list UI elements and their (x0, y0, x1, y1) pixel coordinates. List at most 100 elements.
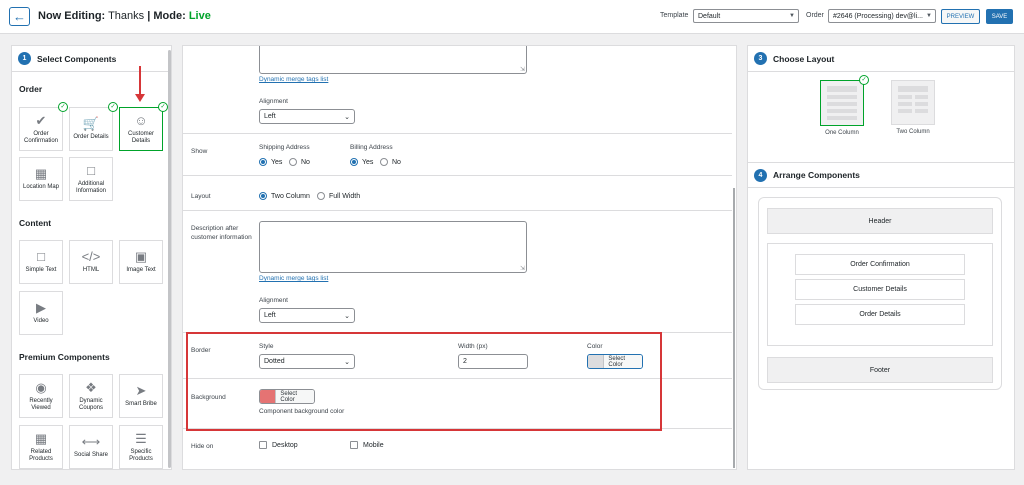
template-name: Thanks (108, 10, 145, 22)
annotation-arrow-head (135, 94, 145, 102)
arranged-order-confirmation[interactable]: Order Confirmation (795, 254, 965, 275)
template-label: Template (660, 12, 689, 19)
arrange-components-header: 4 Arrange Components (748, 162, 1014, 188)
select-components-title: Select Components (37, 53, 117, 64)
checkmark-icon: ✓ (158, 102, 168, 112)
component-location-map[interactable]: ▦ Location Map (19, 157, 63, 201)
list-icon: ☰ (135, 430, 147, 446)
divider (183, 210, 732, 211)
layout-name: One Column (825, 130, 859, 136)
coupon-icon: ❖ (85, 379, 97, 395)
billing-no-radio[interactable]: No (380, 158, 401, 166)
alignment-value: Left (264, 113, 276, 120)
thumb-bar (914, 109, 928, 113)
mode-label: Mode: (153, 10, 186, 22)
component-order-details[interactable]: 🛒 Order Details ✓ (69, 102, 118, 151)
component-related-products[interactable]: ▦ Related Products (19, 425, 63, 469)
resize-handle-icon[interactable]: ⇲ (520, 66, 525, 73)
component-customer-details[interactable]: ☺ Customer Details ✓ (119, 102, 168, 151)
share-icon: ⟷ (81, 434, 101, 449)
component-label: Additional Information (75, 180, 106, 194)
customer-details-textarea[interactable]: ⇲ (259, 46, 527, 74)
component-label: Order Confirmation (23, 130, 58, 144)
order-select[interactable]: #2646 (Processing) dev@li... ▼ (828, 9, 936, 23)
component-label: Specific Products (129, 448, 153, 462)
step-number: 4 (754, 168, 767, 182)
thumb-bar (827, 102, 857, 106)
thumb-col (914, 95, 928, 113)
back-button[interactable]: ← (9, 7, 30, 26)
show-label: Show (191, 148, 208, 155)
component-additional-information[interactable]: □ Additional Information (69, 157, 113, 201)
code-icon: </> (81, 249, 101, 264)
thumb-bar (898, 109, 912, 113)
component-label: Related Products (29, 448, 53, 462)
component-recently-viewed[interactable]: ◉ Recently Viewed (19, 374, 63, 418)
checkbox-box (350, 441, 358, 449)
cart-icon: 🛒 (82, 116, 100, 131)
layout-one-column[interactable]: ✓ One Column (820, 75, 869, 136)
shipping-address-label: Shipping Address (259, 144, 310, 151)
arranged-order-details[interactable]: Order Details (795, 304, 965, 325)
grid-icon: ▦ (34, 430, 48, 446)
preview-button[interactable]: PREVIEW (941, 9, 980, 24)
component-dynamic-coupons[interactable]: ❖ Dynamic Coupons (69, 374, 113, 418)
hide-mobile-checkbox[interactable]: Mobile (350, 441, 384, 449)
alignment-select[interactable]: Left ⌄ (259, 109, 355, 124)
billing-yes-radio[interactable]: Yes (350, 158, 373, 166)
thumb-bar (827, 95, 857, 99)
layout-two-column[interactable]: Two Column (891, 80, 935, 135)
section-title-premium: Premium Components (19, 352, 110, 362)
body-drop-zone: Order Confirmation Customer Details Orde… (767, 243, 993, 346)
layout-full-width-radio[interactable]: Full Width (317, 192, 360, 200)
component-simple-text[interactable]: □ Simple Text (19, 240, 63, 284)
component-label: Dynamic Coupons (78, 397, 104, 411)
merge-tags-link[interactable]: Dynamic merge tags list (259, 76, 328, 83)
resize-handle-icon[interactable]: ⇲ (520, 265, 525, 272)
footer-block[interactable]: Footer (767, 357, 993, 383)
template-select[interactable]: Default ▼ (693, 9, 799, 23)
hide-desktop-checkbox[interactable]: Desktop (259, 441, 298, 449)
radio-dot (380, 158, 388, 166)
thumb-bar (914, 95, 928, 99)
component-social-share[interactable]: ⟷ Social Share (69, 425, 113, 469)
image-text-icon: ▣ (134, 249, 148, 264)
thumb-bar (914, 102, 928, 106)
radio-label: Yes (362, 158, 374, 166)
alignment-select-2[interactable]: Left ⌄ (259, 308, 355, 323)
save-button[interactable]: SAVE (986, 9, 1013, 24)
choose-layout-header: 3 Choose Layout (748, 46, 1014, 72)
component-order-confirmation[interactable]: ✔ Order Confirmation ✓ (19, 102, 68, 151)
component-label: HTML (82, 267, 100, 273)
component-label: Customer Details (127, 130, 154, 144)
thumb-bar (827, 86, 857, 92)
checkbox-label: Mobile (363, 441, 384, 449)
radio-dot (289, 158, 297, 166)
title-prefix: Now Editing: (38, 10, 106, 22)
divider (183, 133, 732, 134)
left-panel-scrollbar[interactable] (168, 50, 171, 468)
shipping-yes-radio[interactable]: Yes (259, 158, 282, 166)
chevron-down-icon: ⌄ (344, 114, 350, 121)
settings-scrollbar[interactable] (733, 188, 735, 468)
component-label: Image Text (126, 267, 156, 273)
shipping-no-radio[interactable]: No (289, 158, 310, 166)
order-select-value: #2646 (Processing) dev@li... (833, 13, 923, 20)
component-specific-products[interactable]: ☰ Specific Products (119, 425, 163, 469)
radio-dot (259, 192, 267, 200)
arranged-customer-details[interactable]: Customer Details (795, 279, 965, 300)
merge-tags-link-2[interactable]: Dynamic merge tags list (259, 275, 328, 282)
component-video[interactable]: ▶ Video (19, 291, 63, 335)
component-smart-bribe[interactable]: ➤ Smart Bribe (119, 374, 163, 418)
component-html[interactable]: </> HTML (69, 240, 113, 284)
layout-two-column-radio[interactable]: Two Column (259, 192, 310, 200)
alignment-label: Alignment (259, 98, 288, 105)
eye-icon: ◉ (35, 379, 47, 395)
description-textarea[interactable]: ⇲ (259, 221, 527, 273)
checkmark-icon: ✓ (108, 102, 118, 112)
checkmark-icon: ✓ (859, 75, 869, 85)
header-block[interactable]: Header (767, 208, 993, 234)
component-image-text[interactable]: ▣ Image Text (119, 240, 163, 284)
step-number: 3 (754, 52, 767, 65)
divider (183, 175, 732, 176)
